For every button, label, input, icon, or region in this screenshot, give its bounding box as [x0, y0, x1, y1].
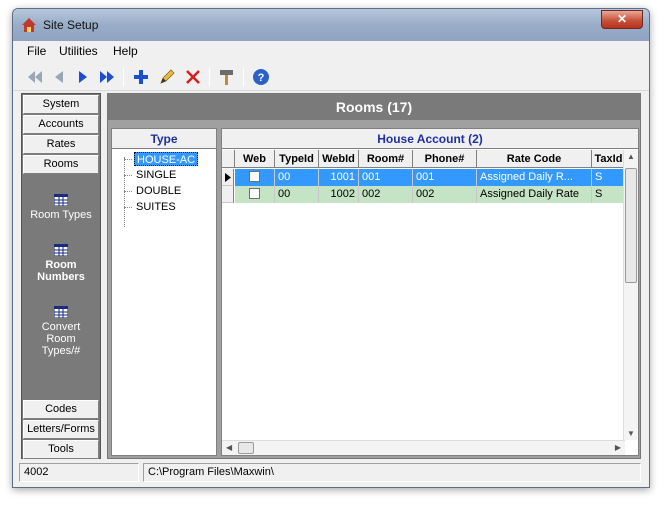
scroll-left-icon[interactable]: ◀ [226, 443, 232, 452]
grid-icon [54, 194, 68, 206]
cell-webid: 1001 [319, 169, 359, 186]
site-setup-window: Site Setup ✕ File Utilities Help ? Syste… [12, 8, 650, 488]
last-record-icon[interactable] [97, 67, 117, 87]
grid-icon [54, 244, 68, 256]
vertical-scroll-thumb[interactable] [625, 168, 637, 283]
vertical-scrollbar[interactable]: ▲ ▼ [623, 150, 638, 440]
cell-webid: 1002 [319, 186, 359, 203]
close-button[interactable]: ✕ [601, 10, 643, 29]
col-web[interactable]: Web [235, 150, 275, 168]
horizontal-scroll-thumb[interactable] [238, 442, 254, 454]
col-taxid[interactable]: TaxId [592, 150, 626, 168]
help-icon[interactable]: ? [251, 67, 271, 87]
hammer-tools-icon[interactable] [217, 67, 237, 87]
cell-taxid: S [592, 169, 626, 186]
nav-room-numbers[interactable]: Room Numbers [22, 244, 100, 283]
nav-accounts-button[interactable]: Accounts [23, 115, 99, 134]
web-checkbox[interactable] [249, 170, 260, 182]
rooms-content: Rooms (17) Type HOUSE-AC SINGLE DOUBLE S… [107, 93, 641, 459]
toolbar: ? [13, 63, 649, 91]
app-house-icon [22, 18, 36, 32]
status-bar: 4002 C:\Program Files\Maxwin\ [19, 463, 645, 483]
grid-icon [54, 306, 68, 318]
menu-file[interactable]: File [27, 44, 46, 58]
col-rate-code[interactable]: Rate Code [477, 150, 592, 168]
nav-room-types-label: Room Types [30, 209, 92, 221]
rooms-grid: House Account (2) Web TypeId WebId Room#… [221, 128, 639, 456]
cell-rate-code: Assigned Daily Rate [477, 186, 592, 203]
nav-convert-room-types[interactable]: Convert Room Types/# [22, 306, 100, 357]
nav-system-button[interactable]: System [23, 95, 99, 114]
nav-convert-label: Convert Room Types/# [41, 321, 81, 357]
svg-text:?: ? [258, 72, 265, 84]
scroll-right-icon[interactable]: ▶ [615, 443, 621, 452]
title-bar[interactable]: Site Setup ✕ [13, 9, 649, 41]
nav-tools-button[interactable]: Tools [23, 440, 99, 459]
grid-title: House Account (2) [222, 129, 638, 149]
nav-rooms-button[interactable]: Rooms [23, 155, 99, 174]
col-webid[interactable]: WebId [319, 150, 359, 168]
horizontal-scrollbar[interactable]: ◀ ▶ [222, 440, 625, 455]
navigation-panel: System Accounts Rates Rooms Room Types R… [21, 93, 101, 459]
row-pointer [222, 169, 234, 186]
table-row[interactable]: 00 1001 001 001 Assigned Daily R... S [222, 169, 626, 186]
web-checkbox-cell[interactable] [235, 169, 275, 186]
grid-corner [222, 150, 235, 168]
type-item-double[interactable]: DOUBLE [134, 184, 183, 198]
cell-typeid: 00 [275, 169, 319, 186]
prev-record-icon[interactable] [49, 67, 69, 87]
web-checkbox[interactable] [249, 187, 260, 199]
next-record-icon[interactable] [73, 67, 93, 87]
nav-letters-forms-button[interactable]: Letters/Forms [23, 420, 99, 439]
type-tree-panel: Type HOUSE-AC SINGLE DOUBLE SUITES [111, 128, 217, 456]
nav-codes-button[interactable]: Codes [23, 400, 99, 419]
edit-pencil-icon[interactable] [157, 67, 177, 87]
row-pointer-icon [225, 173, 231, 182]
type-item-single[interactable]: SINGLE [134, 168, 178, 182]
cell-room: 001 [359, 169, 413, 186]
nav-rates-button[interactable]: Rates [23, 135, 99, 154]
cell-rate-code: Assigned Daily R... [477, 169, 592, 186]
web-checkbox-cell[interactable] [235, 186, 275, 203]
type-item-suites[interactable]: SUITES [134, 200, 178, 214]
add-icon[interactable] [131, 67, 151, 87]
cell-phone: 001 [413, 169, 477, 186]
row-pointer [222, 186, 234, 203]
first-record-icon[interactable] [25, 67, 45, 87]
scroll-down-icon[interactable]: ▼ [627, 429, 635, 438]
status-record-id: 4002 [19, 463, 139, 482]
menu-bar: File Utilities Help [13, 41, 649, 62]
cell-taxid: S [592, 186, 626, 203]
col-phone[interactable]: Phone# [413, 150, 477, 168]
cell-room: 002 [359, 186, 413, 203]
table-row[interactable]: 00 1002 002 002 Assigned Daily Rate S [222, 186, 626, 203]
nav-room-types[interactable]: Room Types [22, 194, 100, 221]
nav-room-numbers-label: Room Numbers [37, 259, 85, 283]
menu-utilities[interactable]: Utilities [59, 44, 98, 58]
cell-phone: 002 [413, 186, 477, 203]
delete-icon[interactable] [183, 67, 203, 87]
status-path: C:\Program Files\Maxwin\ [143, 463, 641, 482]
scroll-up-icon[interactable]: ▲ [627, 152, 635, 161]
menu-help[interactable]: Help [113, 44, 138, 58]
type-column-header[interactable]: Type [112, 129, 216, 149]
col-room[interactable]: Room# [359, 150, 413, 168]
type-item-house-ac[interactable]: HOUSE-AC [134, 152, 199, 166]
col-typeid[interactable]: TypeId [275, 150, 319, 168]
window-title: Site Setup [43, 18, 99, 32]
cell-typeid: 00 [275, 186, 319, 203]
rooms-header: Rooms (17) [108, 94, 640, 120]
